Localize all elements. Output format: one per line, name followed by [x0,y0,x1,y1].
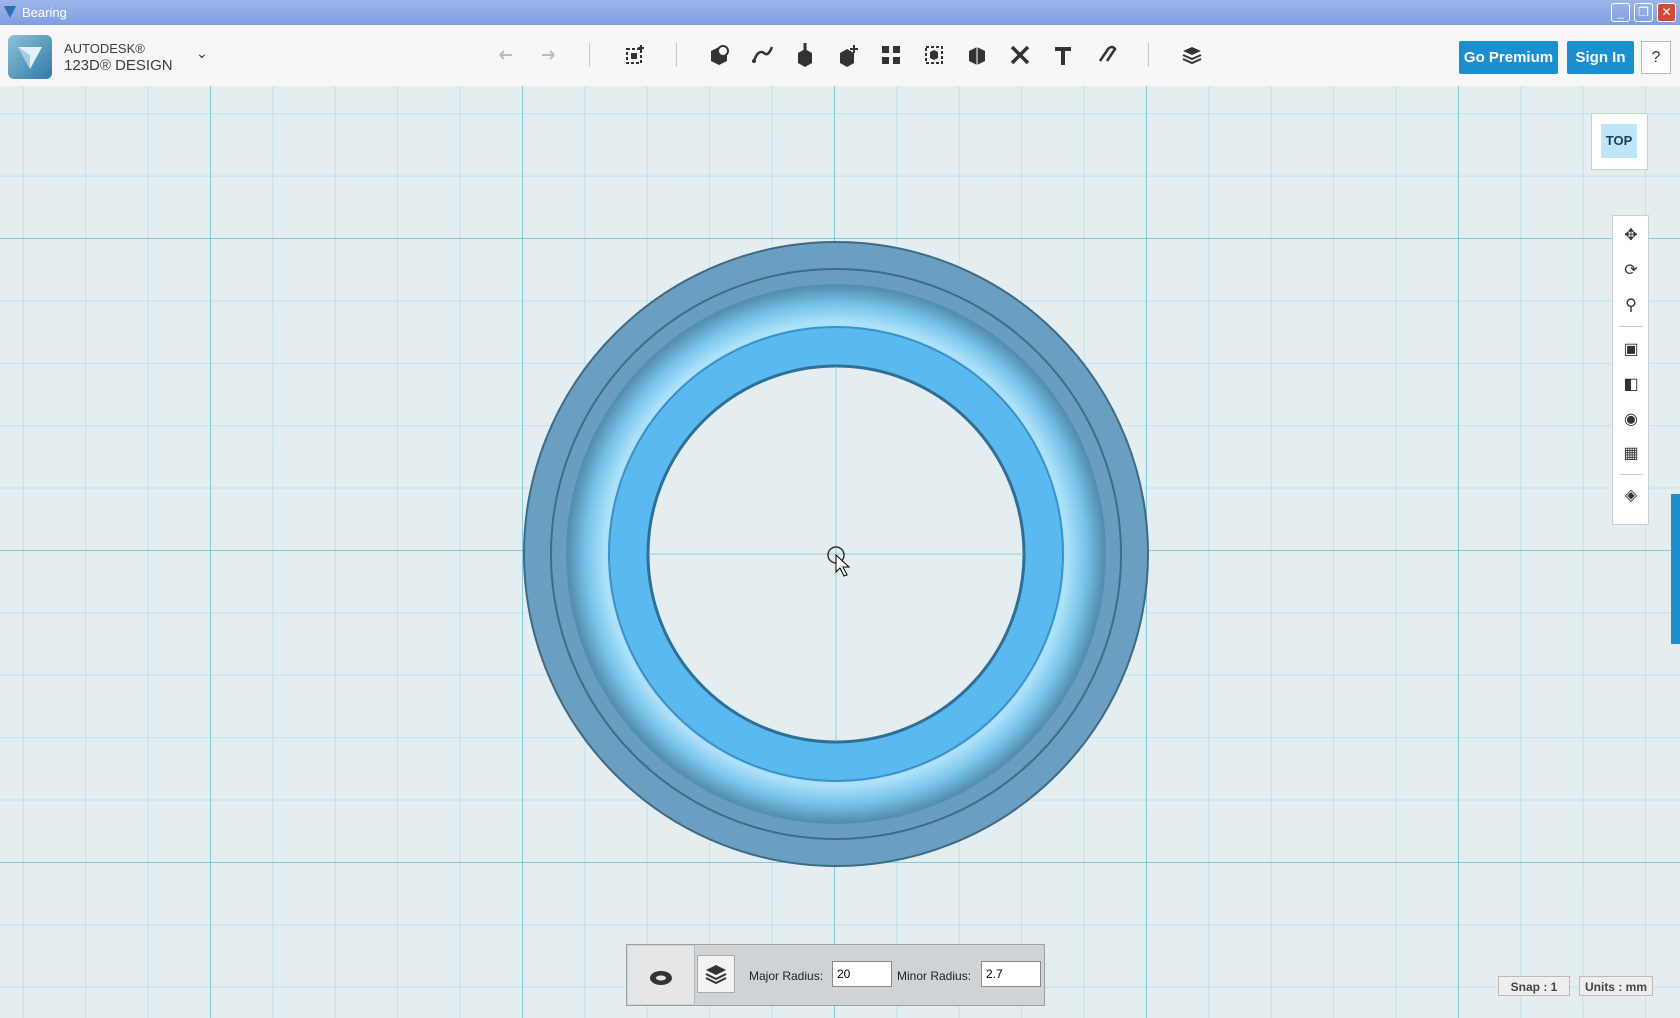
zoom-icon[interactable]: ⚲ [1621,296,1641,316]
main-menu-chevron-icon[interactable]: ⌄ [196,45,208,62]
torus-properties-panel: Major Radius: Minor Radius: [626,944,1045,1006]
sign-in-button[interactable]: Sign In [1567,41,1634,74]
nav-divider [1619,326,1643,327]
minimize-button[interactable]: _ [1611,3,1630,22]
major-radius-label: Major Radius: [749,969,824,983]
snap-status[interactable]: Snap : 1 [1498,976,1570,996]
title-bar: Bearing _ ❐ ✕ [0,0,1680,25]
fit-icon[interactable]: ▣ [1621,340,1641,360]
redo-icon[interactable] [532,39,564,71]
window-title: Bearing [22,5,67,20]
text-icon[interactable] [1047,39,1079,71]
pan-icon[interactable]: ✥ [1621,226,1641,246]
app-icon [4,6,16,18]
material-icon[interactable] [697,955,735,993]
visibility-icon[interactable]: ◉ [1621,410,1641,430]
torus-model[interactable] [0,86,1680,1018]
construct-icon[interactable] [789,39,821,71]
brand-product: 123D® DESIGN [64,57,173,74]
view-cube-face[interactable]: TOP [1601,124,1637,158]
grid-icon[interactable]: ▦ [1621,444,1641,464]
pattern-icon[interactable] [875,39,907,71]
measure-icon[interactable] [1004,39,1036,71]
modify-icon[interactable] [832,39,864,71]
orbit-icon[interactable]: ⟳ [1621,261,1641,281]
material-icon[interactable] [1176,39,1208,71]
major-radius-input[interactable] [832,961,892,987]
nav-divider [1619,474,1643,475]
transform-icon[interactable] [619,39,651,71]
snap-icon[interactable] [1090,39,1122,71]
help-button[interactable]: ? [1641,41,1671,74]
torus-icon[interactable] [628,946,695,1004]
undo-icon[interactable] [490,39,522,71]
view-cube[interactable]: TOP [1591,113,1648,170]
grouping-icon[interactable] [918,39,950,71]
views-icon[interactable]: ◧ [1621,375,1641,395]
toolbar-divider [676,43,677,67]
toolbar-divider [1148,43,1149,67]
app-logo-icon [8,35,52,79]
main-toolbar: AUTODESK® 123D® DESIGN ⌄ Go Premium Sign… [0,25,1680,87]
sketch-icon[interactable] [746,39,778,71]
close-button[interactable]: ✕ [1657,3,1676,22]
navigation-bar: ✥ ⟳ ⚲ ▣ ◧ ◉ ▦ ◈ [1612,215,1649,525]
material-edit-icon[interactable]: ◈ [1621,486,1641,506]
restore-button[interactable]: ❐ [1634,3,1653,22]
brand-autodesk: AUTODESK® [64,41,145,56]
go-premium-button[interactable]: Go Premium [1459,41,1558,74]
combine-icon[interactable] [961,39,993,71]
minor-radius-label: Minor Radius: [897,969,972,983]
design-viewport[interactable] [0,86,1680,1018]
side-panel-toggle[interactable] [1671,494,1680,644]
primitives-icon[interactable] [703,39,735,71]
toolbar-divider [589,43,590,67]
minor-radius-input[interactable] [981,961,1041,987]
units-status[interactable]: Units : mm [1579,976,1653,996]
